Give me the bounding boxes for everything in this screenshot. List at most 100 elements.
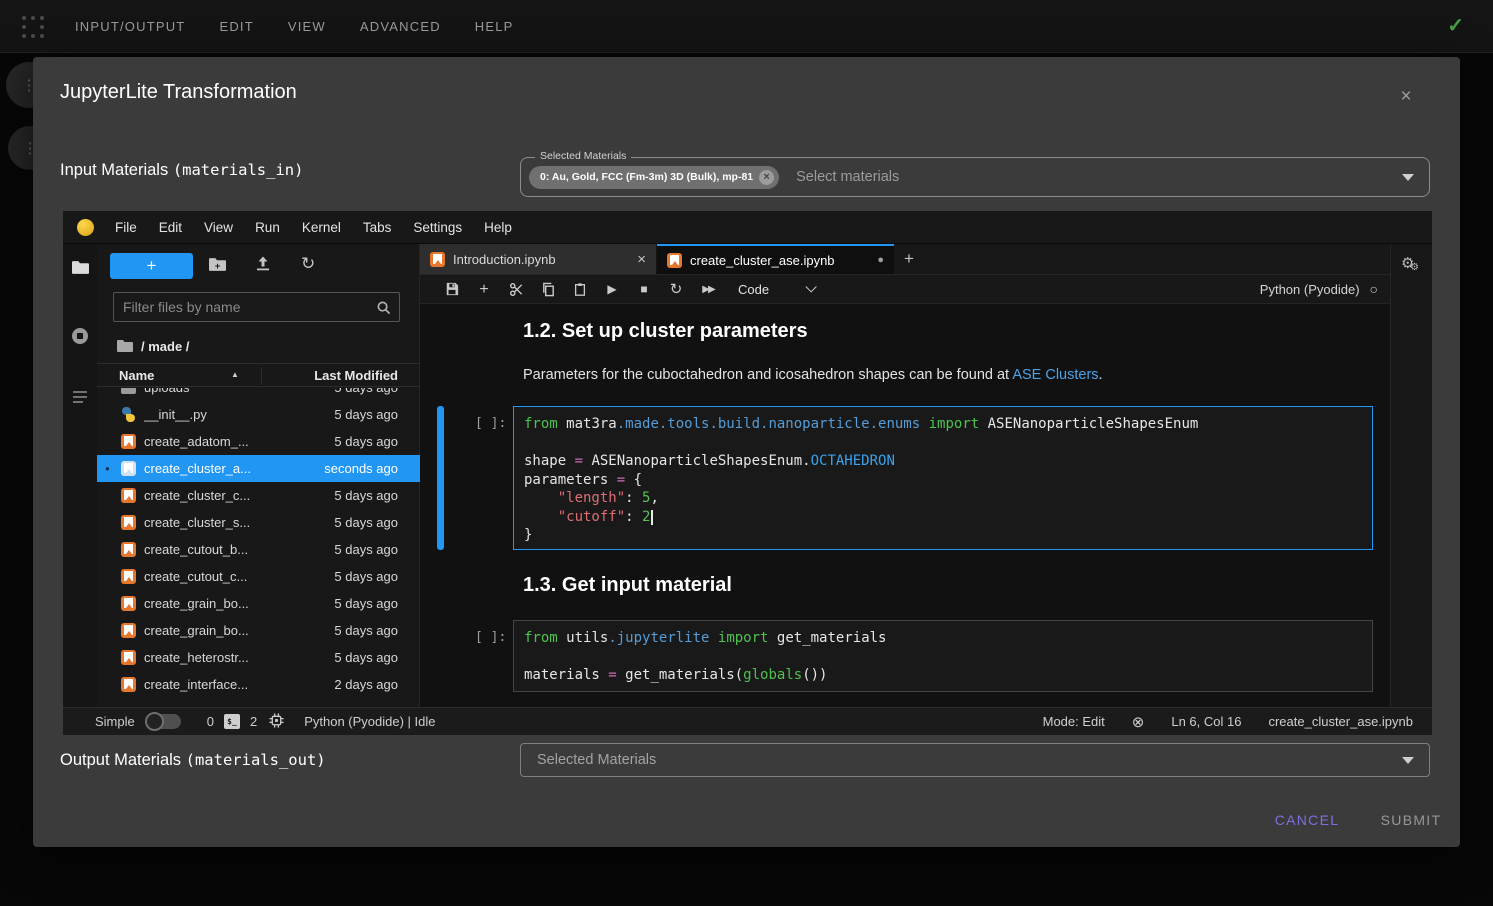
file-modified: 5 days ago <box>334 407 398 422</box>
menu-edit[interactable]: EDIT <box>219 19 253 34</box>
file-row[interactable]: create_grain_bo...5 days ago <box>97 590 420 617</box>
kernel-indicator[interactable]: Python (Pyodide) ○ <box>1260 281 1390 297</box>
copy-cells-icon[interactable] <box>532 275 564 304</box>
svg-text:+: + <box>215 261 221 272</box>
ase-clusters-link[interactable]: ASE Clusters <box>1012 367 1098 383</box>
menu-help[interactable]: HELP <box>475 19 514 34</box>
select-materials-placeholder: Select materials <box>796 169 899 185</box>
tab-introduction[interactable]: Introduction.ipynb × <box>420 244 657 274</box>
cell-collapser-bar[interactable] <box>437 406 444 550</box>
kernel-status-text[interactable]: Python (Pyodide) | Idle <box>304 714 435 729</box>
apps-grid-icon[interactable] <box>22 16 44 38</box>
table-of-contents-tab-icon[interactable] <box>63 390 97 404</box>
tab-create-cluster-ase[interactable]: create_cluster_ase.ipynb ● <box>657 244 894 274</box>
cut-cells-icon[interactable] <box>500 275 532 304</box>
check-icon[interactable]: ✓ <box>1447 13 1464 38</box>
file-modified: 5 days ago <box>334 650 398 665</box>
tab-label: Introduction.ipynb <box>453 252 556 267</box>
menu-input-output[interactable]: INPUT/OUTPUT <box>75 19 185 34</box>
jupyterlite-transformation-dialog: JupyterLite Transformation × Input Mater… <box>33 57 1460 847</box>
notebook-main-area: Introduction.ipynb × create_cluster_ase.… <box>420 244 1390 707</box>
file-modified: 2 days ago <box>334 677 398 692</box>
selected-materials-combobox[interactable]: Selected Materials 0: Au, Gold, FCC (Fm-… <box>520 157 1430 197</box>
file-row[interactable]: create_cutout_c...5 days ago <box>97 563 420 590</box>
terminal-icon: $_ <box>224 714 240 729</box>
save-icon[interactable] <box>436 275 468 304</box>
file-name: create_heterostr... <box>144 650 326 665</box>
toggle-knob <box>145 712 164 731</box>
file-row[interactable]: create_cluster_s... 5 days ago <box>97 509 420 536</box>
dropdown-caret-icon[interactable] <box>1402 174 1414 181</box>
upload-icon[interactable] <box>255 255 271 277</box>
menu-view[interactable]: VIEW <box>288 19 326 34</box>
input-materials-label: Input Materials (materials_in) <box>60 161 303 180</box>
jl-menu-file[interactable]: File <box>104 220 148 235</box>
output-materials-dropdown[interactable]: Selected Materials <box>520 743 1430 777</box>
sort-ascending-icon[interactable]: ▲ <box>231 370 239 379</box>
add-tab-icon[interactable]: + <box>894 244 924 274</box>
paste-cells-icon[interactable] <box>564 275 596 304</box>
menu-advanced[interactable]: ADVANCED <box>360 19 441 34</box>
mode-indicator[interactable]: Mode: Edit <box>1043 714 1105 729</box>
trust-shield-icon[interactable]: ⊗ <box>1132 713 1145 731</box>
cell-type-select[interactable]: Code <box>738 282 769 297</box>
file-row[interactable]: __init__.py5 days ago <box>97 401 420 428</box>
close-icon[interactable]: × <box>1394 85 1418 109</box>
running-kernels-tab-icon[interactable] <box>63 328 97 344</box>
app-top-bar: INPUT/OUTPUT EDIT VIEW ADVANCED HELP ✓ <box>0 0 1493 53</box>
simple-mode-label: Simple <box>95 714 135 729</box>
notebook-icon <box>667 253 682 268</box>
new-folder-icon[interactable]: + <box>209 257 226 277</box>
jl-menu-settings[interactable]: Settings <box>402 220 473 235</box>
refresh-icon[interactable]: ↻ <box>301 254 315 274</box>
property-inspector-gear-icon[interactable]: ⚙⚙ <box>1401 254 1414 272</box>
notebook-icon <box>121 623 136 638</box>
jl-menu-run[interactable]: Run <box>244 220 291 235</box>
column-last-modified[interactable]: Last Modified <box>314 368 398 383</box>
file-row[interactable]: create_cutout_b...5 days ago <box>97 536 420 563</box>
terminals-count[interactable]: 0 <box>207 714 214 729</box>
material-chip[interactable]: 0: Au, Gold, FCC (Fm-3m) 3D (Bulk), mp-8… <box>529 166 779 189</box>
code-cell-get-materials[interactable]: from utils.jupyterlite import get_materi… <box>513 620 1373 692</box>
selected-materials-legend: Selected Materials <box>535 150 631 162</box>
dropdown-caret-icon[interactable] <box>1402 757 1414 764</box>
file-row[interactable]: uploads5 days ago <box>97 388 420 401</box>
column-name[interactable]: Name <box>119 368 154 383</box>
chevron-down-icon[interactable] <box>806 281 817 292</box>
filter-files-input[interactable] <box>114 293 399 321</box>
add-cell-icon[interactable]: + <box>468 275 500 304</box>
restart-run-all-icon[interactable]: ▶▶ <box>692 275 724 304</box>
stop-kernel-icon[interactable]: ■ <box>628 275 660 304</box>
simple-mode-toggle[interactable] <box>147 714 181 729</box>
file-row[interactable]: create_adatom_...5 days ago <box>97 428 420 455</box>
submit-button[interactable]: SUBMIT <box>1373 802 1449 838</box>
running-dot: ● <box>105 464 113 473</box>
jl-menu-tabs[interactable]: Tabs <box>352 220 403 235</box>
file-browser-tab-icon[interactable] <box>63 260 97 275</box>
restart-kernel-icon[interactable]: ↻ <box>660 275 692 304</box>
jl-menu-view[interactable]: View <box>193 220 244 235</box>
jl-menu-edit[interactable]: Edit <box>148 220 193 235</box>
jl-menu-help[interactable]: Help <box>473 220 523 235</box>
file-row[interactable]: ●create_cluster_a...seconds ago <box>97 455 420 482</box>
cursor-position[interactable]: Ln 6, Col 16 <box>1171 714 1241 729</box>
file-name: create_cutout_b... <box>144 542 326 557</box>
file-modified: 5 days ago <box>334 434 398 449</box>
file-name: create_cluster_s... <box>144 515 326 530</box>
code-cell-cluster-params[interactable]: from mat3ra.made.tools.build.nanoparticl… <box>513 406 1373 550</box>
jl-menu-kernel[interactable]: Kernel <box>291 220 352 235</box>
cancel-button[interactable]: CANCEL <box>1263 802 1351 838</box>
run-cell-icon[interactable]: ▶ <box>596 275 628 304</box>
chip-remove-icon[interactable]: × <box>759 170 774 185</box>
file-row[interactable]: create_heterostr... 5 days ago <box>97 644 420 671</box>
kernels-count[interactable]: 2 <box>250 714 257 729</box>
file-modified: 5 days ago <box>334 488 398 503</box>
file-row[interactable]: create_cluster_c...5 days ago <box>97 482 420 509</box>
file-modified: 5 days ago <box>334 515 398 530</box>
file-name: create_grain_bo... <box>144 623 326 638</box>
file-row[interactable]: create_interface...2 days ago <box>97 671 420 698</box>
file-row[interactable]: create_grain_bo...5 days ago <box>97 617 420 644</box>
breadcrumb[interactable]: / made / <box>117 336 189 356</box>
new-launcher-button[interactable]: + <box>110 253 193 279</box>
tab-close-icon[interactable]: × <box>637 251 646 268</box>
